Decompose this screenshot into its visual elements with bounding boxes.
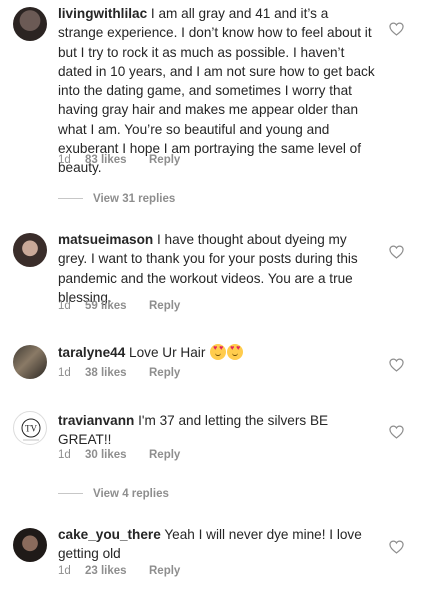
tv-logo-icon: TV — [21, 418, 41, 441]
comment-meta: 1d 83 likes Reply — [58, 154, 180, 166]
heart-eyes-emoji — [210, 344, 227, 360]
view-replies-label: View 4 replies — [93, 488, 169, 500]
timestamp: 1d — [58, 300, 71, 312]
likes-count[interactable]: 30 likes — [85, 449, 149, 461]
timestamp: 1d — [58, 367, 71, 379]
avatar[interactable]: TV — [13, 411, 47, 445]
heart-icon[interactable] — [389, 245, 404, 259]
heart-icon[interactable] — [389, 22, 404, 36]
avatar[interactable] — [13, 528, 47, 562]
avatar[interactable] — [13, 7, 47, 41]
reply-button[interactable]: Reply — [149, 449, 180, 461]
comment-text: taralyne44 Love Ur Hair — [58, 343, 376, 362]
username[interactable]: livingwithlilac — [58, 6, 147, 21]
reply-button[interactable]: Reply — [149, 154, 180, 166]
comment-body: I am all gray and 41 and it’s a strange … — [58, 6, 375, 176]
username[interactable]: travianvann — [58, 413, 134, 428]
view-replies-button[interactable]: View 4 replies — [58, 488, 169, 500]
reply-button[interactable]: Reply — [149, 300, 180, 312]
heart-icon[interactable] — [389, 358, 404, 372]
view-replies-button[interactable]: View 31 replies — [58, 193, 175, 205]
comment-body: Love Ur Hair — [129, 345, 206, 360]
username[interactable]: cake_you_there — [58, 527, 161, 542]
username[interactable]: taralyne44 — [58, 345, 125, 360]
timestamp: 1d — [58, 154, 71, 166]
avatar[interactable] — [13, 233, 47, 267]
comment-meta: 1d 30 likes Reply — [58, 449, 180, 461]
view-replies-label: View 31 replies — [93, 193, 176, 205]
reply-button[interactable]: Reply — [149, 367, 180, 379]
comment-meta: 1d 38 likes Reply — [58, 367, 180, 379]
likes-count[interactable]: 38 likes — [85, 367, 149, 379]
svg-text:TV: TV — [25, 424, 37, 434]
comment-text: livingwithlilac I am all gray and 41 and… — [58, 4, 376, 178]
avatar[interactable] — [13, 345, 47, 379]
likes-count[interactable]: 83 likes — [85, 154, 149, 166]
comment-text: travianvann I'm 37 and letting the silve… — [58, 411, 376, 450]
timestamp: 1d — [58, 449, 71, 461]
comment-text: matsueimason I have thought about dyeing… — [58, 230, 376, 307]
heart-eyes-emoji — [227, 344, 244, 360]
comment-text: cake_you_there Yeah I will never dye min… — [58, 525, 376, 564]
reply-button[interactable]: Reply — [149, 565, 180, 577]
heart-icon[interactable] — [389, 540, 404, 554]
timestamp: 1d — [58, 565, 71, 577]
likes-count[interactable]: 23 likes — [85, 565, 149, 577]
replies-divider — [58, 493, 83, 495]
heart-icon[interactable] — [389, 425, 404, 439]
comment-meta: 1d 23 likes Reply — [58, 565, 180, 577]
username[interactable]: matsueimason — [58, 232, 153, 247]
comment-meta: 1d 59 likes Reply — [58, 300, 180, 312]
replies-divider — [58, 198, 83, 200]
likes-count[interactable]: 59 likes — [85, 300, 149, 312]
